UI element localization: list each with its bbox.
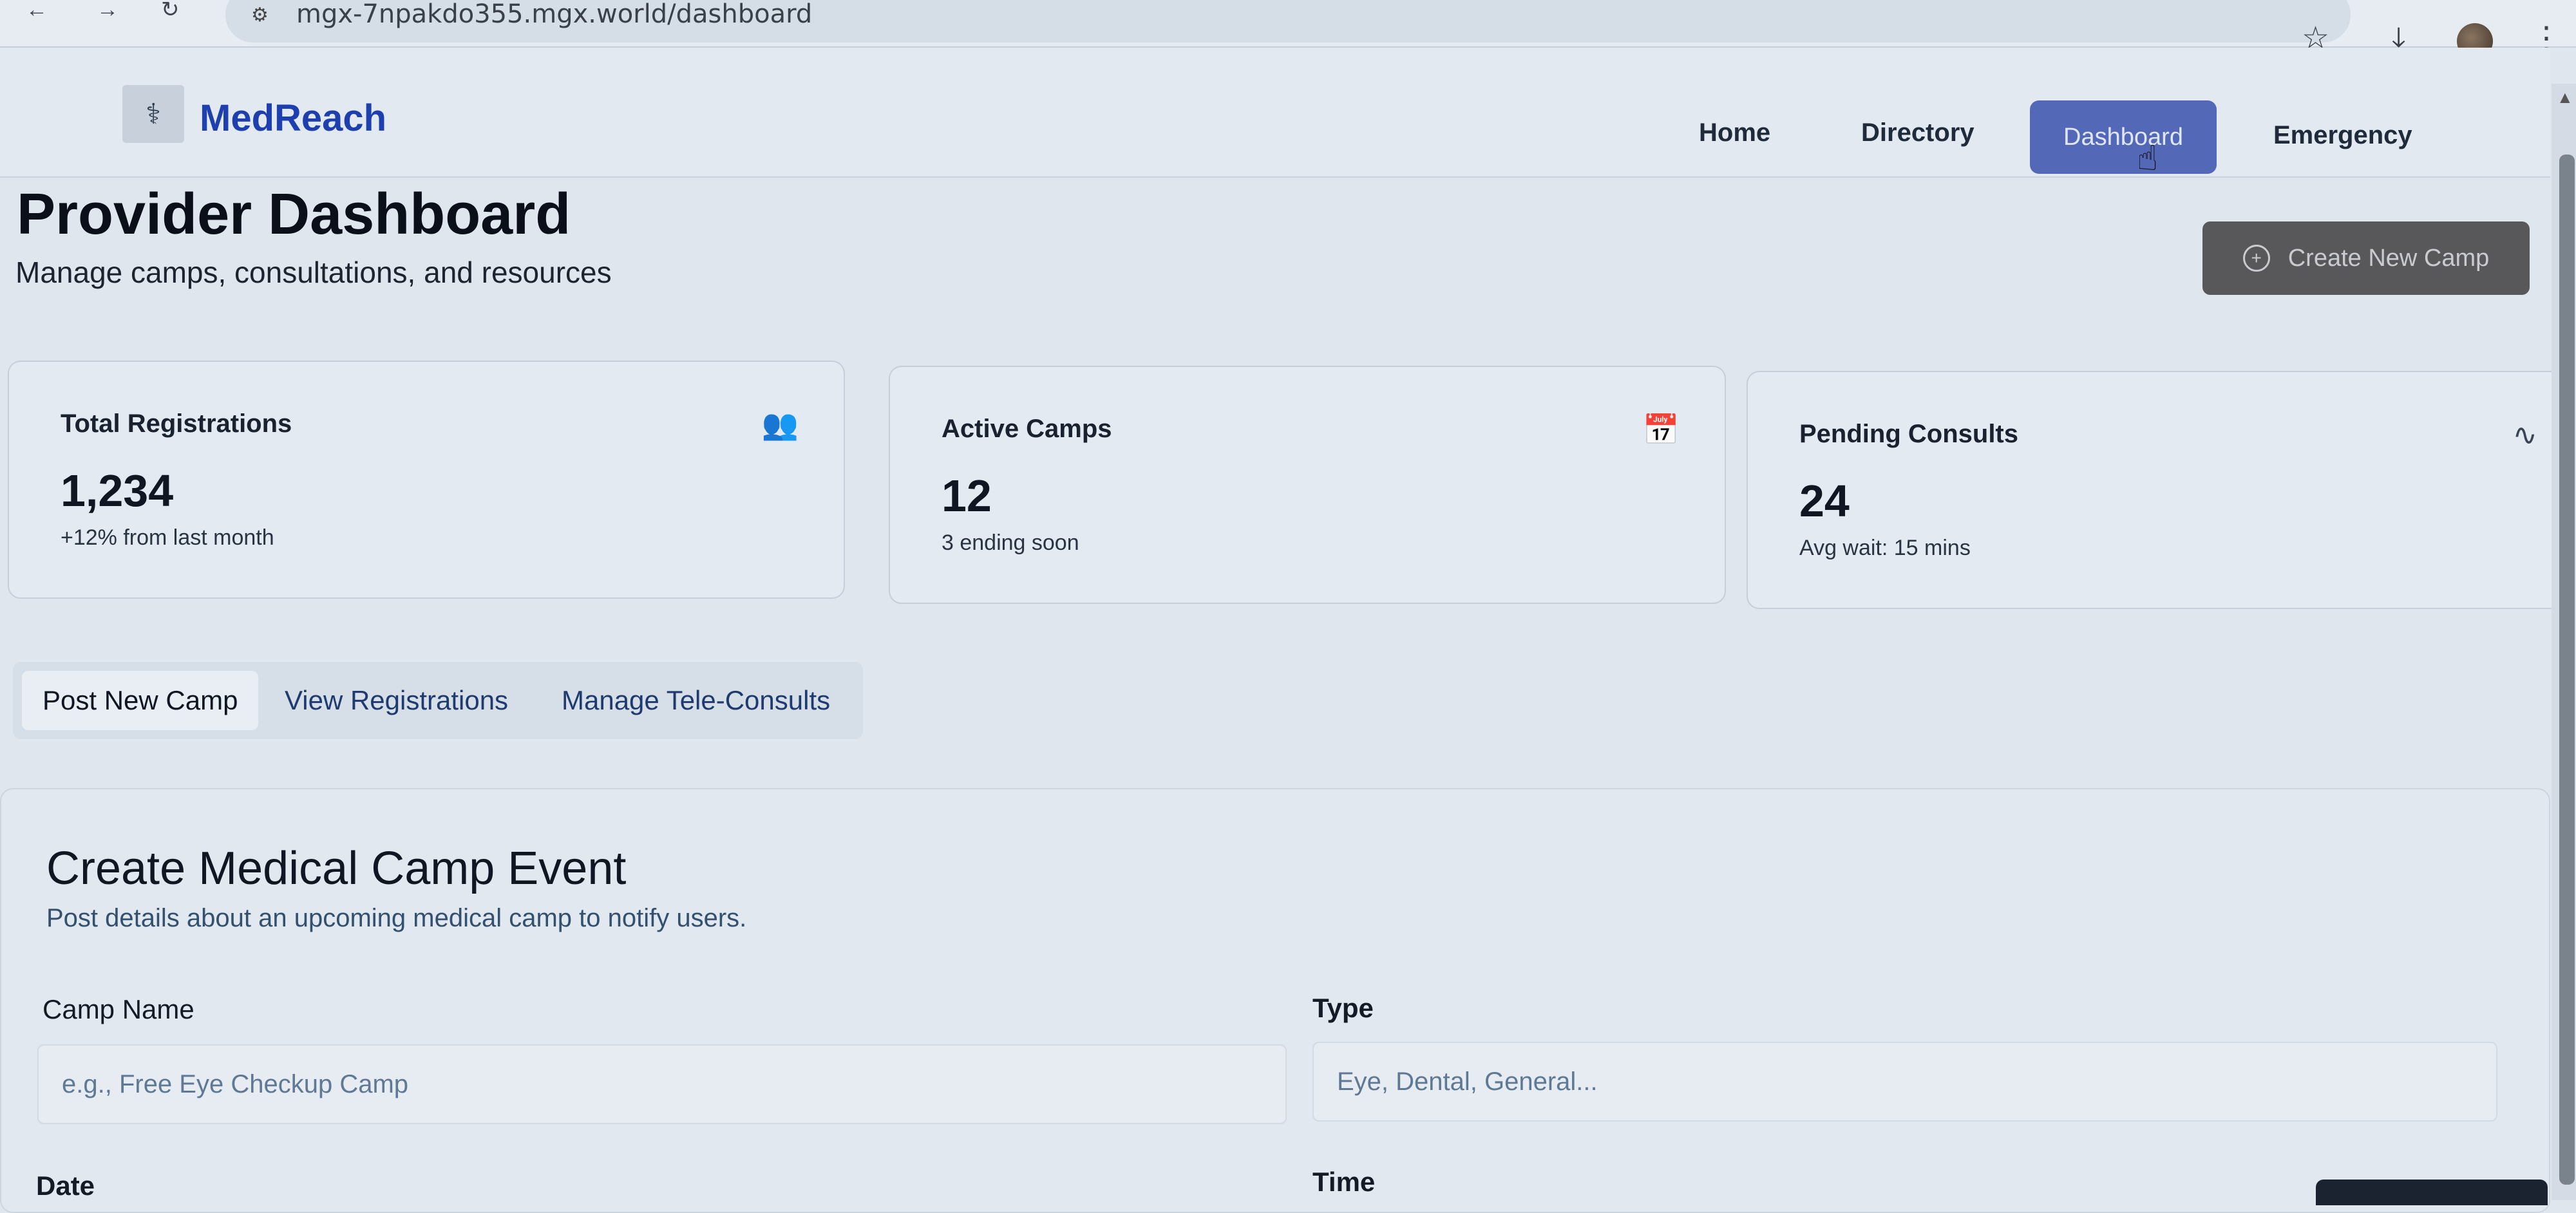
- floating-button[interactable]: [2316, 1180, 2548, 1205]
- type-label: Type: [1312, 993, 1374, 1023]
- tab-view-registrations[interactable]: View Registrations: [264, 671, 529, 730]
- hand-cursor-icon: ☝: [2137, 139, 2158, 178]
- stat-value: 12: [942, 471, 992, 521]
- camp-name-input[interactable]: [37, 1044, 1287, 1124]
- stat-label: Active Camps: [942, 415, 1112, 443]
- stat-value: 24: [1799, 476, 1850, 526]
- dashboard-tabs: Post New Camp View Registrations Manage …: [13, 662, 863, 739]
- arrow-right-icon[interactable]: →: [97, 0, 118, 21]
- stat-note: +12% from last month: [61, 525, 274, 550]
- type-input[interactable]: [1312, 1042, 2497, 1122]
- brand-name[interactable]: MedReach: [200, 97, 386, 140]
- nav-emergency[interactable]: Emergency: [2273, 121, 2412, 150]
- scroll-up-icon[interactable]: ▲: [2557, 88, 2573, 108]
- nav-directory[interactable]: Directory: [1861, 118, 1975, 147]
- stat-note: 3 ending soon: [942, 531, 1079, 555]
- site-info-icon[interactable]: ⚙: [251, 4, 269, 26]
- create-new-camp-label: Create New Camp: [2287, 244, 2490, 272]
- page-title: Provider Dashboard: [17, 182, 571, 247]
- users-icon: 👥: [761, 408, 799, 441]
- stat-label: Total Registrations: [61, 409, 292, 438]
- stat-note: Avg wait: 15 mins: [1799, 536, 1971, 560]
- form-title: Create Medical Camp Event: [46, 843, 627, 894]
- reload-icon[interactable]: ↻: [161, 0, 180, 21]
- tab-manage-tele-consults[interactable]: Manage Tele-Consults: [541, 671, 851, 730]
- form-description: Post details about an upcoming medical c…: [46, 904, 747, 932]
- arrow-left-icon[interactable]: ←: [26, 0, 48, 21]
- calendar-icon: 📅: [1642, 413, 1680, 446]
- camp-name-label: Camp Name: [43, 994, 194, 1024]
- stat-card-active-camps: Active Camps 📅 12 3 ending soon: [889, 366, 1726, 604]
- stat-card-pending-consults: Pending Consults ∿ 24 Avg wait: 15 mins: [1747, 371, 2576, 609]
- date-label: Date: [36, 1171, 95, 1201]
- url-text[interactable]: mgx-7npakdo355.mgx.world/dashboard: [296, 0, 812, 28]
- create-camp-form-card: Create Medical Camp Event Post details a…: [0, 788, 2550, 1213]
- stat-value: 1,234: [61, 465, 174, 516]
- stethoscope-logo-icon[interactable]: ⚕: [122, 85, 184, 143]
- create-new-camp-button[interactable]: + Create New Camp: [2202, 221, 2530, 295]
- page-subtitle: Manage camps, consultations, and resourc…: [15, 256, 612, 289]
- tab-post-new-camp[interactable]: Post New Camp: [22, 671, 259, 730]
- nav-dashboard-label: Dashboard: [2063, 123, 2183, 151]
- time-label: Time: [1312, 1167, 1376, 1197]
- nav-home[interactable]: Home: [1699, 118, 1770, 147]
- stat-card-total-registrations: Total Registrations 👥 1,234 +12% from la…: [8, 361, 845, 599]
- nav-dashboard[interactable]: Dashboard: [2030, 100, 2217, 174]
- plus-circle-icon: +: [2242, 245, 2270, 272]
- site-header: ⚕ MedReach Home Directory Dashboard ☝ Em…: [0, 48, 2550, 178]
- browser-toolbar: ← → ↻ ⚙ mgx-7npakdo355.mgx.world/dashboa…: [0, 0, 2576, 59]
- stat-label: Pending Consults: [1799, 420, 2018, 448]
- scrollbar-thumb[interactable]: [2559, 155, 2575, 1185]
- activity-icon: ∿: [2512, 418, 2537, 451]
